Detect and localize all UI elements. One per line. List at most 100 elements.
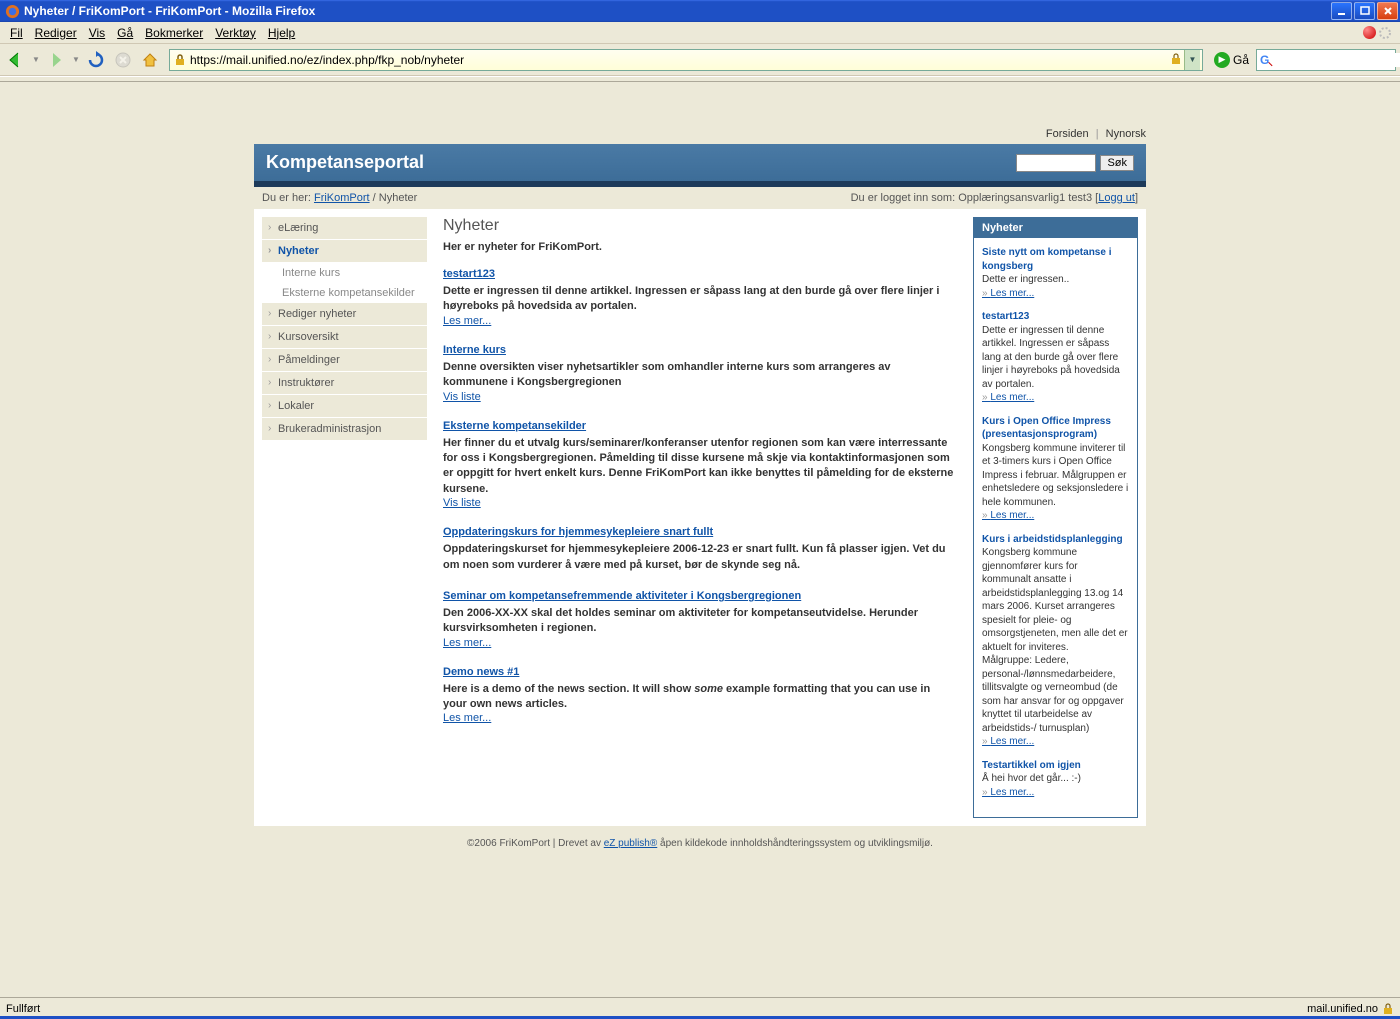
news-box: Nyheter Siste nytt om kompetanse i kongs…	[973, 217, 1138, 818]
sidebar-news-title[interactable]: testart123	[982, 310, 1129, 324]
sidebar-news-item: Kurs i Open Office Impress (presentasjon…	[982, 415, 1129, 523]
left-nav: eLæring Nyheter Interne kurs Eksterne ko…	[262, 217, 427, 818]
sidebar-news-text: Dette er ingressen til denne artikkel. I…	[982, 324, 1129, 392]
adblock-icon[interactable]	[1363, 26, 1376, 39]
menu-rediger[interactable]: Rediger	[29, 24, 83, 42]
window-buttons	[1331, 2, 1398, 20]
window-title: Nyheter / FriKomPort - FriKomPort - Mozi…	[24, 4, 1331, 18]
logout-link[interactable]: Logg ut	[1098, 192, 1135, 204]
url-dropdown[interactable]: ▼	[1184, 50, 1200, 70]
site-search-button[interactable]: Søk	[1100, 155, 1134, 171]
sidebar-news-text: Dette er ingressen..	[982, 273, 1129, 287]
sidebar-news-text: Kongsberg kommune gjennomfører kurs for …	[982, 546, 1129, 735]
sidebar-news-text: Å hei hvor det går... :-)	[982, 772, 1129, 786]
menu-vis[interactable]: Vis	[83, 24, 111, 42]
close-button[interactable]	[1377, 2, 1398, 20]
home-button[interactable]	[138, 48, 162, 72]
right-sidebar: Nyheter Siste nytt om kompetanse i kongs…	[973, 217, 1138, 818]
sidebar-news-title[interactable]: Testartikkel om igjen	[982, 759, 1129, 773]
throbber-icon	[1378, 26, 1392, 40]
view-list-link[interactable]: Vis liste	[443, 391, 481, 403]
link-forsiden[interactable]: Forsiden	[1046, 128, 1089, 140]
news-item: Demo news #1 Here is a demo of the news …	[443, 663, 957, 725]
url-bar[interactable]: ▼	[169, 49, 1203, 71]
news-title-link[interactable]: Demo news #1	[443, 666, 519, 678]
read-more-link[interactable]: Les mer...	[443, 712, 491, 724]
nav-rediger-nyheter[interactable]: Rediger nyheter	[262, 303, 427, 326]
site-icon	[172, 52, 188, 68]
nav-eksterne[interactable]: Eksterne kompetansekilder	[262, 283, 427, 303]
site-title: Kompetanseportal	[266, 152, 1016, 173]
browser-search[interactable]: G	[1256, 49, 1396, 71]
menu-ga[interactable]: Gå	[111, 24, 139, 42]
browser-search-input[interactable]	[1274, 53, 1400, 67]
url-input[interactable]	[188, 53, 1170, 67]
status-text: Fullført	[6, 1003, 40, 1015]
nav-interne-kurs[interactable]: Interne kurs	[262, 263, 427, 283]
breadcrumb-row: Du er her: FriKomPort / Nyheter Du er lo…	[254, 187, 1146, 209]
link-nynorsk[interactable]: Nynorsk	[1106, 128, 1146, 140]
svg-text:G: G	[1260, 53, 1269, 67]
google-icon: G	[1260, 53, 1274, 67]
news-body: Oppdateringskurset for hjemmesykepleiere…	[443, 542, 957, 573]
sidebar-read-more[interactable]: Les mer...	[982, 736, 1034, 747]
reload-button[interactable]	[84, 48, 108, 72]
sidebar-news-text: Kongsberg kommune inviterer til et 3-tim…	[982, 442, 1129, 510]
nav-nyheter[interactable]: Nyheter	[262, 240, 427, 263]
sidebar-news-title[interactable]: Kurs i arbeidstidsplanlegging	[982, 533, 1129, 547]
read-more-link[interactable]: Les mer...	[443, 637, 491, 649]
ezpublish-link[interactable]: eZ publish®	[604, 838, 658, 849]
nav-kursoversikt[interactable]: Kursoversikt	[262, 326, 427, 349]
news-item: Eksterne kompetansekilder Her finner du …	[443, 417, 957, 510]
news-title-link[interactable]: Seminar om kompetansefremmende aktivitet…	[443, 590, 801, 602]
news-item: Oppdateringskurs for hjemmesykepleiere s…	[443, 523, 957, 573]
site-header: Kompetanseportal Søk	[254, 144, 1146, 181]
nav-instruktorer[interactable]: Instruktører	[262, 372, 427, 395]
news-body: Denne oversikten viser nyhetsartikler so…	[443, 360, 957, 391]
nav-toolbar: ▼ ▼ ▼ ▶ Gå G	[0, 44, 1400, 76]
sidebar-read-more[interactable]: Les mer...	[982, 288, 1034, 299]
view-list-link[interactable]: Vis liste	[443, 497, 481, 509]
back-button[interactable]	[4, 48, 28, 72]
nav-lokaler[interactable]: Lokaler	[262, 395, 427, 418]
news-body: Den 2006-XX-XX skal det holdes seminar o…	[443, 606, 957, 637]
news-title-link[interactable]: Oppdateringskurs for hjemmesykepleiere s…	[443, 526, 713, 538]
site-footer: ©2006 FriKomPort | Drevet av eZ publish®…	[254, 830, 1146, 857]
go-button[interactable]: ▶ Gå	[1210, 52, 1253, 68]
news-body: Here is a demo of the news section. It w…	[443, 682, 957, 713]
site-search-input[interactable]	[1016, 154, 1096, 172]
maximize-button[interactable]	[1354, 2, 1375, 20]
minimize-button[interactable]	[1331, 2, 1352, 20]
back-dropdown[interactable]: ▼	[31, 55, 41, 64]
nav-elaring[interactable]: eLæring	[262, 217, 427, 240]
page-heading: Nyheter	[443, 217, 957, 235]
news-title-link[interactable]: testart123	[443, 268, 495, 280]
read-more-link[interactable]: Les mer...	[443, 315, 491, 327]
menu-hjelp[interactable]: Hjelp	[262, 24, 301, 42]
news-item: Seminar om kompetansefremmende aktivitet…	[443, 587, 957, 649]
login-status: Du er logget inn som: Opplæringsansvarli…	[851, 192, 1138, 204]
sidebar-news-item: Kurs i arbeidstidsplanleggingKongsberg k…	[982, 533, 1129, 749]
forward-button[interactable]	[44, 48, 68, 72]
menu-bokmerker[interactable]: Bokmerker	[139, 24, 209, 42]
crumb-link[interactable]: FriKomPort	[314, 192, 370, 204]
content-area: eLæring Nyheter Interne kurs Eksterne ko…	[254, 209, 1146, 826]
nav-pameldinger[interactable]: Påmeldinger	[262, 349, 427, 372]
sidebar-read-more[interactable]: Les mer...	[982, 787, 1034, 798]
sidebar-read-more[interactable]: Les mer...	[982, 510, 1034, 521]
menu-fil[interactable]: Fil	[4, 24, 29, 42]
news-item: Interne kurs Denne oversikten viser nyhe…	[443, 341, 957, 403]
sidebar-news-title[interactable]: Siste nytt om kompetanse i kongsberg	[982, 246, 1129, 273]
lock-icon	[1170, 53, 1184, 67]
news-item: testart123 Dette er ingressen til denne …	[443, 265, 957, 327]
sidebar-news-title[interactable]: Kurs i Open Office Impress (presentasjon…	[982, 415, 1129, 442]
status-host: mail.unified.no	[1307, 1003, 1378, 1015]
news-body: Her finner du et utvalg kurs/seminarer/k…	[443, 436, 957, 498]
menu-verktoy[interactable]: Verktøy	[209, 24, 262, 42]
news-title-link[interactable]: Interne kurs	[443, 344, 506, 356]
nav-brukeradmin[interactable]: Brukeradministrasjon	[262, 418, 427, 441]
stop-button[interactable]	[111, 48, 135, 72]
news-title-link[interactable]: Eksterne kompetansekilder	[443, 420, 586, 432]
sidebar-read-more[interactable]: Les mer...	[982, 392, 1034, 403]
forward-dropdown[interactable]: ▼	[71, 55, 81, 64]
